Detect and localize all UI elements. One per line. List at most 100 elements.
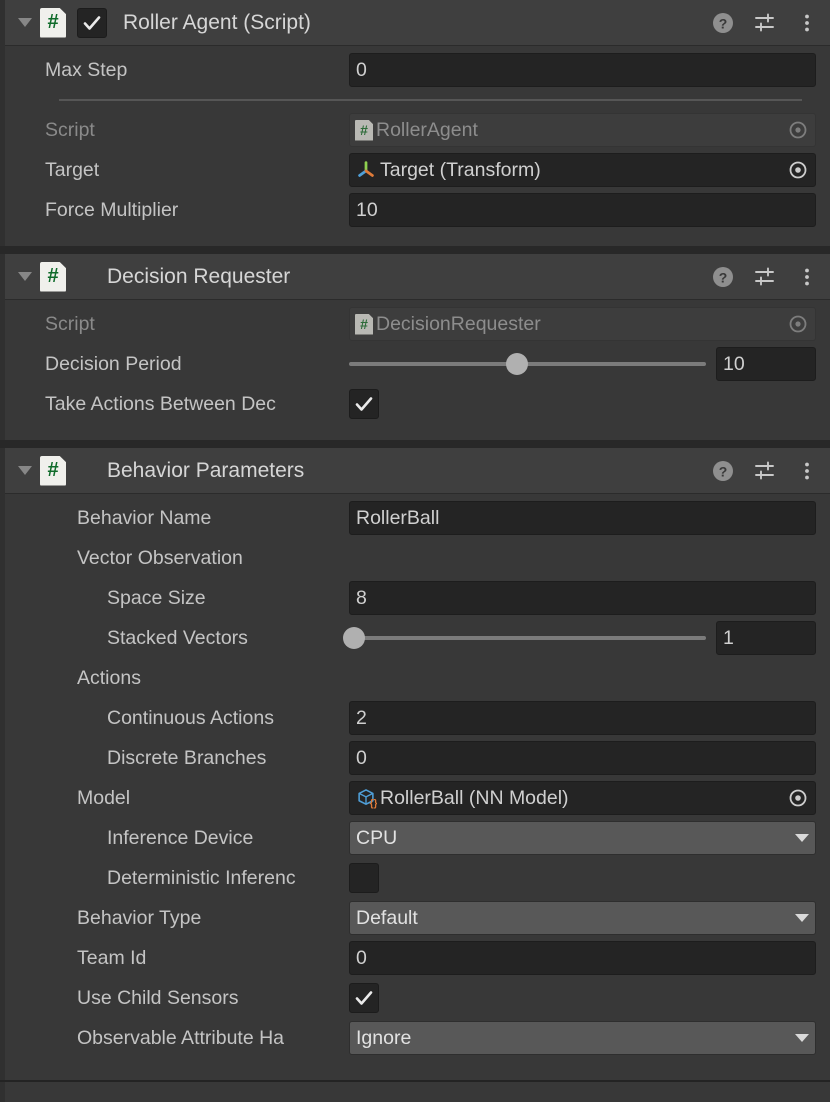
label-stacked-vectors: Stacked Vectors [107,626,248,649]
input-team-id[interactable]: 0 [349,941,816,975]
field-row-continuous-actions: Continuous Actions 2 [19,698,816,738]
help-icon[interactable]: ? [710,10,736,36]
preset-icon[interactable] [752,458,778,484]
input-force-multiplier[interactable]: 10 [349,193,816,227]
more-menu-icon[interactable] [794,264,820,290]
preset-icon[interactable] [752,264,778,290]
object-field-model[interactable]: {} RollerBall (NN Model) [349,781,816,815]
input-continuous-actions[interactable]: 2 [349,701,816,735]
field-row-max-step: Max Step 0 [19,50,816,90]
component-behavior-parameters: # Behavior Parameters ? Behavior Name Ro… [0,448,830,1080]
slider-decision-period[interactable] [349,349,706,379]
input-stacked-vectors[interactable]: 1 [716,621,816,655]
object-picker-icon[interactable] [781,154,815,186]
slider-handle[interactable] [343,627,366,649]
component-gap [0,440,830,448]
checkbox-use-child-sensors[interactable] [349,983,379,1013]
label-max-step: Max Step [45,58,128,81]
help-icon[interactable]: ? [710,458,736,484]
slider-stacked-vectors[interactable] [343,623,706,653]
component-title-roller-agent: Roller Agent (Script) [123,10,311,34]
unity-inspector-panel: # Roller Agent (Script) ? Max Step 0 Scr… [0,0,830,1102]
more-menu-icon[interactable] [794,10,820,36]
label-target: Target [45,158,100,181]
dropdown-inference-device[interactable]: CPU [349,821,816,855]
input-decision-period[interactable]: 10 [716,347,816,381]
field-row-actions: Actions [19,658,816,698]
label-deterministic-inference: Deterministic Inferenc [107,866,296,889]
more-menu-icon[interactable] [794,458,820,484]
checkbox-deterministic-inference[interactable] [349,863,379,893]
slider-handle[interactable] [505,353,528,375]
component-gap [0,246,830,254]
field-row-space-size: Space Size 8 [19,578,816,618]
label-model: Model [77,786,131,809]
csharp-script-icon: # [40,7,66,38]
label-script: Script [45,312,95,335]
component-body-behavior-parameters: Behavior Name RollerBall Vector Observat… [5,494,830,1080]
field-row-behavior-type: Behavior Type Default [19,898,816,938]
label-take-actions-between-decisions: Take Actions Between Dec [45,392,276,415]
chevron-down-icon [795,834,809,842]
input-space-size[interactable]: 8 [349,581,816,615]
component-header-decision-requester[interactable]: # Decision Requester ? [5,254,830,300]
label-actions: Actions [77,666,141,689]
component-decision-requester: # Decision Requester ? Script # Decision… [0,254,830,440]
field-row-stacked-vectors: Stacked Vectors 1 [19,618,816,658]
input-behavior-name[interactable]: RollerBall [349,501,816,535]
field-row-inference-device: Inference Device CPU [19,818,816,858]
nn-model-icon: {} [358,789,377,809]
foldout-arrow-roller-agent[interactable] [14,0,36,45]
transform-icon [358,161,374,177]
label-use-child-sensors: Use Child Sensors [77,986,239,1009]
section-separator [59,99,802,101]
component-title-behavior-parameters: Behavior Parameters [107,458,305,482]
label-vector-observation: Vector Observation [77,546,243,569]
object-picker-icon [781,308,815,340]
input-max-step[interactable]: 0 [349,53,816,87]
label-behavior-type: Behavior Type [77,906,202,929]
field-row-take-actions: Take Actions Between Dec [19,384,816,424]
component-body-roller-agent: Max Step 0 Script # RollerAgent Target T… [5,46,830,246]
svg-text:?: ? [719,15,728,31]
dropdown-observable-attribute-handling[interactable]: Ignore [349,1021,816,1055]
dropdown-behavior-type[interactable]: Default [349,901,816,935]
header-icon-group-roller-agent: ? [710,10,820,36]
field-row-force-multiplier: Force Multiplier 10 [19,190,816,230]
label-space-size: Space Size [107,586,206,609]
label-observable-attribute-handling: Observable Attribute Ha [77,1026,285,1049]
csharp-script-mini-icon: # [355,313,373,335]
header-icon-group-decision-requester: ? [710,264,820,290]
object-picker-icon[interactable] [781,782,815,814]
label-continuous-actions: Continuous Actions [107,706,274,729]
foldout-arrow-behavior-parameters[interactable] [14,448,36,493]
label-team-id: Team Id [77,946,147,969]
header-icon-group-behavior-parameters: ? [710,458,820,484]
svg-text:{}: {} [370,799,377,809]
field-row-model: Model {} RollerBall (NN Model) [19,778,816,818]
preset-icon[interactable] [752,10,778,36]
checkbox-take-actions-between-decisions[interactable] [349,389,379,419]
input-discrete-branches[interactable]: 0 [349,741,816,775]
component-body-decision-requester: Script # DecisionRequester Decision Peri… [5,300,830,440]
label-script: Script [45,118,95,141]
object-field-target[interactable]: Target (Transform) [349,153,816,187]
component-header-behavior-parameters[interactable]: # Behavior Parameters ? [5,448,830,494]
svg-text:?: ? [719,269,728,285]
csharp-script-icon: # [40,261,66,292]
field-row-discrete-branches: Discrete Branches 0 [19,738,816,778]
object-field-script: # RollerAgent [349,113,816,147]
field-row-behavior-name: Behavior Name RollerBall [19,498,816,538]
label-force-multiplier: Force Multiplier [45,198,179,221]
component-header-roller-agent[interactable]: # Roller Agent (Script) ? [5,0,830,46]
chevron-down-icon [795,914,809,922]
object-picker-icon [781,114,815,146]
label-behavior-name: Behavior Name [77,506,212,529]
label-decision-period: Decision Period [45,352,182,375]
next-component-stub [0,1082,830,1102]
help-icon[interactable]: ? [710,264,736,290]
field-row-team-id: Team Id 0 [19,938,816,978]
component-enabled-checkbox-roller-agent[interactable] [77,7,107,38]
field-row-decision-period: Decision Period 10 [19,344,816,384]
foldout-arrow-decision-requester[interactable] [14,254,36,299]
